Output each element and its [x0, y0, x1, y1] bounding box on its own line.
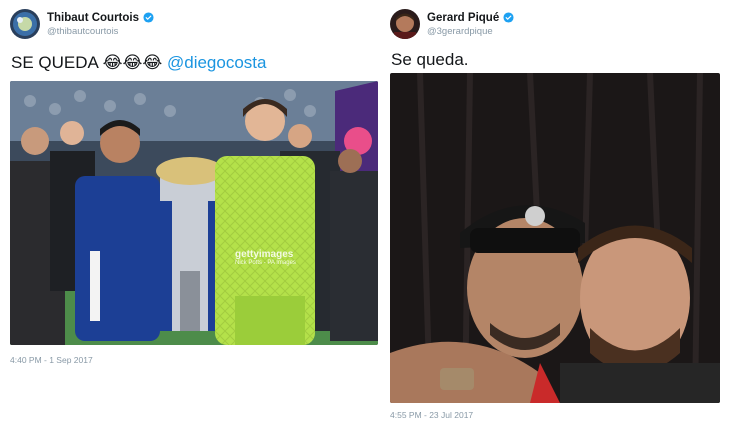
display-name[interactable]: Gerard Piqué	[427, 11, 514, 25]
emoji-tears-of-joy-icon: 😂😂😂	[102, 53, 163, 72]
tweet-photo[interactable]: gettyimages Nick Potts - PA Images	[10, 81, 378, 345]
mention-link[interactable]: @diegocosta	[167, 53, 267, 72]
display-name[interactable]: Thibaut Courtois	[47, 11, 154, 25]
display-name-text: Gerard Piqué	[427, 11, 500, 24]
tweet-header: Thibaut Courtois @thibautcourtois	[10, 9, 154, 39]
tweet-text: Se queda.	[391, 50, 469, 69]
tweet-text: SE QUEDA 😂😂😂 @diegocosta	[11, 53, 266, 73]
tweet-pique: Gerard Piqué @3gerardpique Se queda. 4:5…	[385, 0, 730, 426]
display-name-text: Thibaut Courtois	[47, 11, 139, 24]
tweet-text-main: SE QUEDA	[11, 53, 98, 72]
timestamp[interactable]: 4:55 PM - 23 Jul 2017	[390, 410, 473, 420]
avatar[interactable]	[390, 9, 420, 39]
user-handle[interactable]: @thibautcourtois	[47, 25, 154, 39]
avatar[interactable]	[10, 9, 40, 39]
verified-badge-icon	[143, 12, 154, 23]
timestamp[interactable]: 4:40 PM - 1 Sep 2017	[10, 355, 93, 365]
user-handle[interactable]: @3gerardpique	[427, 25, 514, 39]
verified-badge-icon	[503, 12, 514, 23]
getty-watermark: gettyimages Nick Potts - PA Images	[235, 249, 296, 266]
tweet-courtois: Thibaut Courtois @thibautcourtois SE QUE…	[0, 0, 385, 426]
tweet-header: Gerard Piqué @3gerardpique	[390, 9, 514, 39]
tweet-photo[interactable]	[390, 73, 720, 403]
